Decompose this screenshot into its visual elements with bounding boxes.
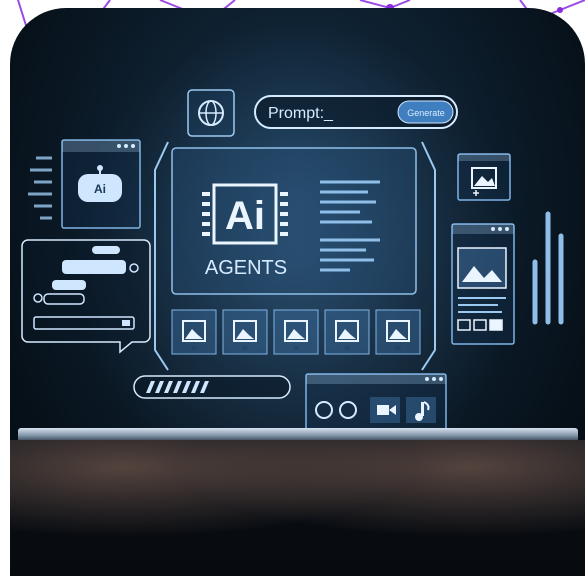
- robot-window: Ai: [61, 139, 141, 229]
- prompt-bar: Prompt: _ Generate: [254, 95, 458, 129]
- file-panel: [451, 223, 515, 345]
- hands-holding-tablet: [10, 440, 585, 576]
- thumbnail-image[interactable]: Ai: [324, 309, 370, 355]
- thumbnail-image[interactable]: Ai: [171, 309, 217, 355]
- thumbnail-label: Ai: [293, 346, 298, 352]
- media-panel: [305, 373, 447, 431]
- generate-button-label: Generate: [407, 108, 445, 118]
- agents-subtitle: AGENTS: [205, 257, 287, 279]
- svg-text:Ai: Ai: [94, 182, 106, 196]
- progress-bar: [133, 375, 291, 399]
- thumbnail-label: Ai: [344, 346, 349, 352]
- thumbnail-label: Ai: [242, 346, 247, 352]
- thumbnail-image[interactable]: Ai: [222, 309, 268, 355]
- ai-title: Ai: [225, 194, 265, 238]
- ai-chip-icon: Ai: [202, 183, 288, 245]
- thumbnail-label: Ai: [191, 346, 196, 352]
- prompt-cursor: _: [323, 105, 334, 122]
- prompt-label: Prompt:: [268, 105, 324, 122]
- thumbnail-label: Ai: [395, 346, 400, 352]
- thumbnails-row: Ai Ai Ai Ai Ai: [171, 309, 421, 355]
- main-ai-panel: Ai AGENTS: [171, 147, 417, 295]
- thumbnail-image[interactable]: Ai: [375, 309, 421, 355]
- thumbnail-image[interactable]: Ai: [273, 309, 319, 355]
- ai-agents-illustration: Prompt: _ Generate Ai Ai AGENTS Ai Ai Ai…: [0, 0, 585, 576]
- chat-panel: [21, 239, 151, 354]
- image-window-small: [457, 153, 511, 201]
- globe-icon: [187, 89, 235, 137]
